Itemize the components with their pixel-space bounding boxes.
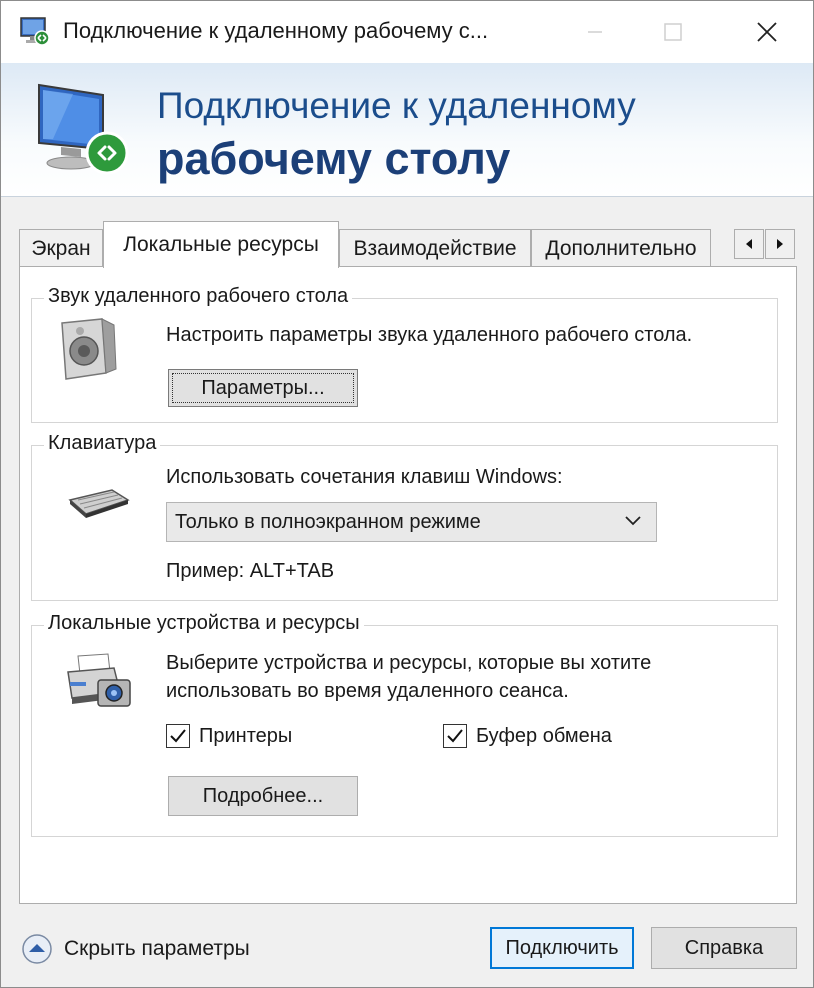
help-button[interactable]: Справка [651, 927, 797, 969]
tab-advanced[interactable]: Дополнительно [531, 229, 711, 267]
clipboard-checkbox[interactable] [443, 724, 467, 748]
audio-description: Настроить параметры звука удаленного раб… [166, 324, 693, 346]
keyboard-combination-value: Только в полноэкранном режиме [175, 510, 481, 533]
maximize-icon [664, 23, 682, 41]
keyboard-description: Использовать сочетания клавиш Windows: [166, 466, 563, 488]
checkmark-icon [447, 729, 463, 743]
tab-display[interactable]: Экран [19, 229, 103, 267]
devices-description-line1: Выберите устройства и ресурсы, которые в… [166, 652, 652, 674]
group-local-devices: Локальные устройства и ресурсы Выберите … [31, 612, 778, 837]
more-devices-button[interactable]: Подробнее... [168, 776, 358, 816]
tab-local-resources[interactable]: Локальные ресурсы [103, 221, 339, 268]
keyboard-example: Пример: ALT+TAB [166, 560, 335, 582]
arrow-left-icon [746, 239, 752, 249]
connect-button[interactable]: Подключить [490, 927, 634, 969]
speaker-icon [61, 318, 117, 380]
remote-desktop-icon [20, 17, 50, 46]
clipboard-label: Буфер обмена [476, 725, 612, 747]
tab-panel-local-resources: Звук удаленного рабочего стола Настроить… [19, 266, 797, 904]
tab-scroll-right-button[interactable] [765, 229, 795, 259]
keyboard-icon [68, 489, 130, 518]
group-title-devices: Локальные устройства и ресурсы [44, 612, 364, 635]
banner-line-1: Подключение к удаленному [157, 85, 636, 126]
maximize-button[interactable] [639, 1, 707, 63]
close-icon [757, 22, 777, 42]
arrow-right-icon [777, 239, 783, 249]
banner-line-2: рабочему столу [157, 133, 511, 184]
minimize-button[interactable] [561, 1, 629, 63]
audio-settings-button[interactable]: Параметры... [168, 369, 358, 407]
collapse-options-icon[interactable] [21, 933, 53, 965]
tab-experience[interactable]: Взаимодействие [339, 229, 531, 267]
header-banner: Подключение к удаленному рабочему столу [1, 63, 813, 197]
group-title-audio: Звук удаленного рабочего стола [44, 285, 353, 308]
printer-camera-icon [67, 653, 131, 707]
rdp-window: Подключение к удаленному рабочему с... П… [0, 0, 814, 988]
printers-label: Принтеры [199, 725, 293, 747]
checkmark-icon [170, 729, 186, 743]
group-remote-audio: Звук удаленного рабочего стола Настроить… [31, 285, 778, 423]
hide-options-link[interactable]: Скрыть параметры [64, 937, 250, 961]
group-title-keyboard: Клавиатура [44, 432, 161, 455]
minimize-icon [588, 31, 602, 33]
close-button[interactable] [733, 1, 801, 63]
devices-description-line2: использовать во время удаленного сеанса. [166, 680, 569, 702]
tab-scroll-left-button[interactable] [734, 229, 764, 259]
remote-desktop-logo-icon [38, 83, 129, 175]
title-bar: Подключение к удаленному рабочему с... [1, 1, 813, 63]
chevron-down-icon [625, 516, 641, 526]
printers-checkbox[interactable] [166, 724, 190, 748]
keyboard-combination-select[interactable]: Только в полноэкранном режиме [166, 502, 657, 542]
window-title: Подключение к удаленному рабочему с... [63, 18, 489, 43]
group-keyboard: Клавиатура Использовать сочетания клавиш… [31, 432, 778, 601]
